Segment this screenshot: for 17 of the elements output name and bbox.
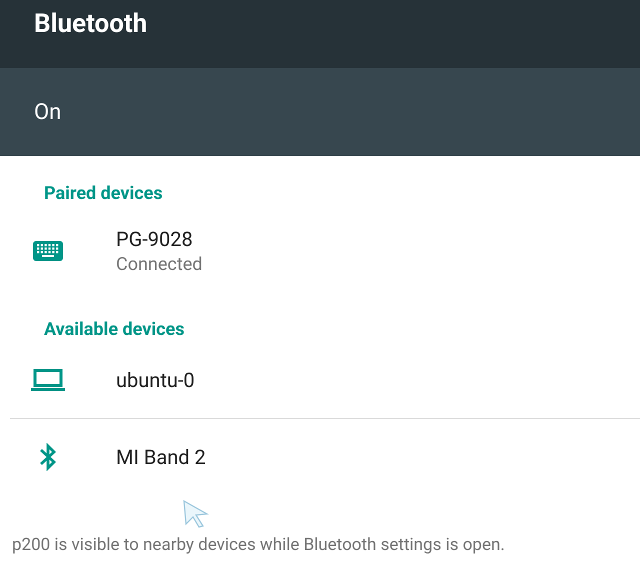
device-item[interactable]: MI Band 2 — [0, 419, 640, 495]
device-name: PG-9028 — [116, 226, 194, 253]
device-item[interactable]: PG-9028 Connected — [0, 206, 640, 296]
app-bar-title: Bluetooth — [34, 9, 148, 39]
cursor-icon — [183, 500, 209, 528]
visibility-note: p200 is visible to nearby devices while Bluetooth settings is open. — [12, 535, 505, 555]
device-status: Connected — [116, 253, 202, 277]
bluetooth-icon — [39, 443, 57, 471]
section-header: Paired devices — [44, 182, 163, 206]
section-header: Available devices — [44, 318, 184, 342]
device-item[interactable]: ubuntu-0 — [0, 342, 640, 418]
device-name: MI Band 2 — [116, 444, 206, 471]
device-name: ubuntu-0 — [116, 367, 195, 394]
keyboard-icon — [33, 241, 63, 261]
laptop-icon — [31, 369, 65, 391]
switch-label: On — [34, 98, 62, 126]
switch-bar[interactable]: On — [0, 68, 640, 156]
